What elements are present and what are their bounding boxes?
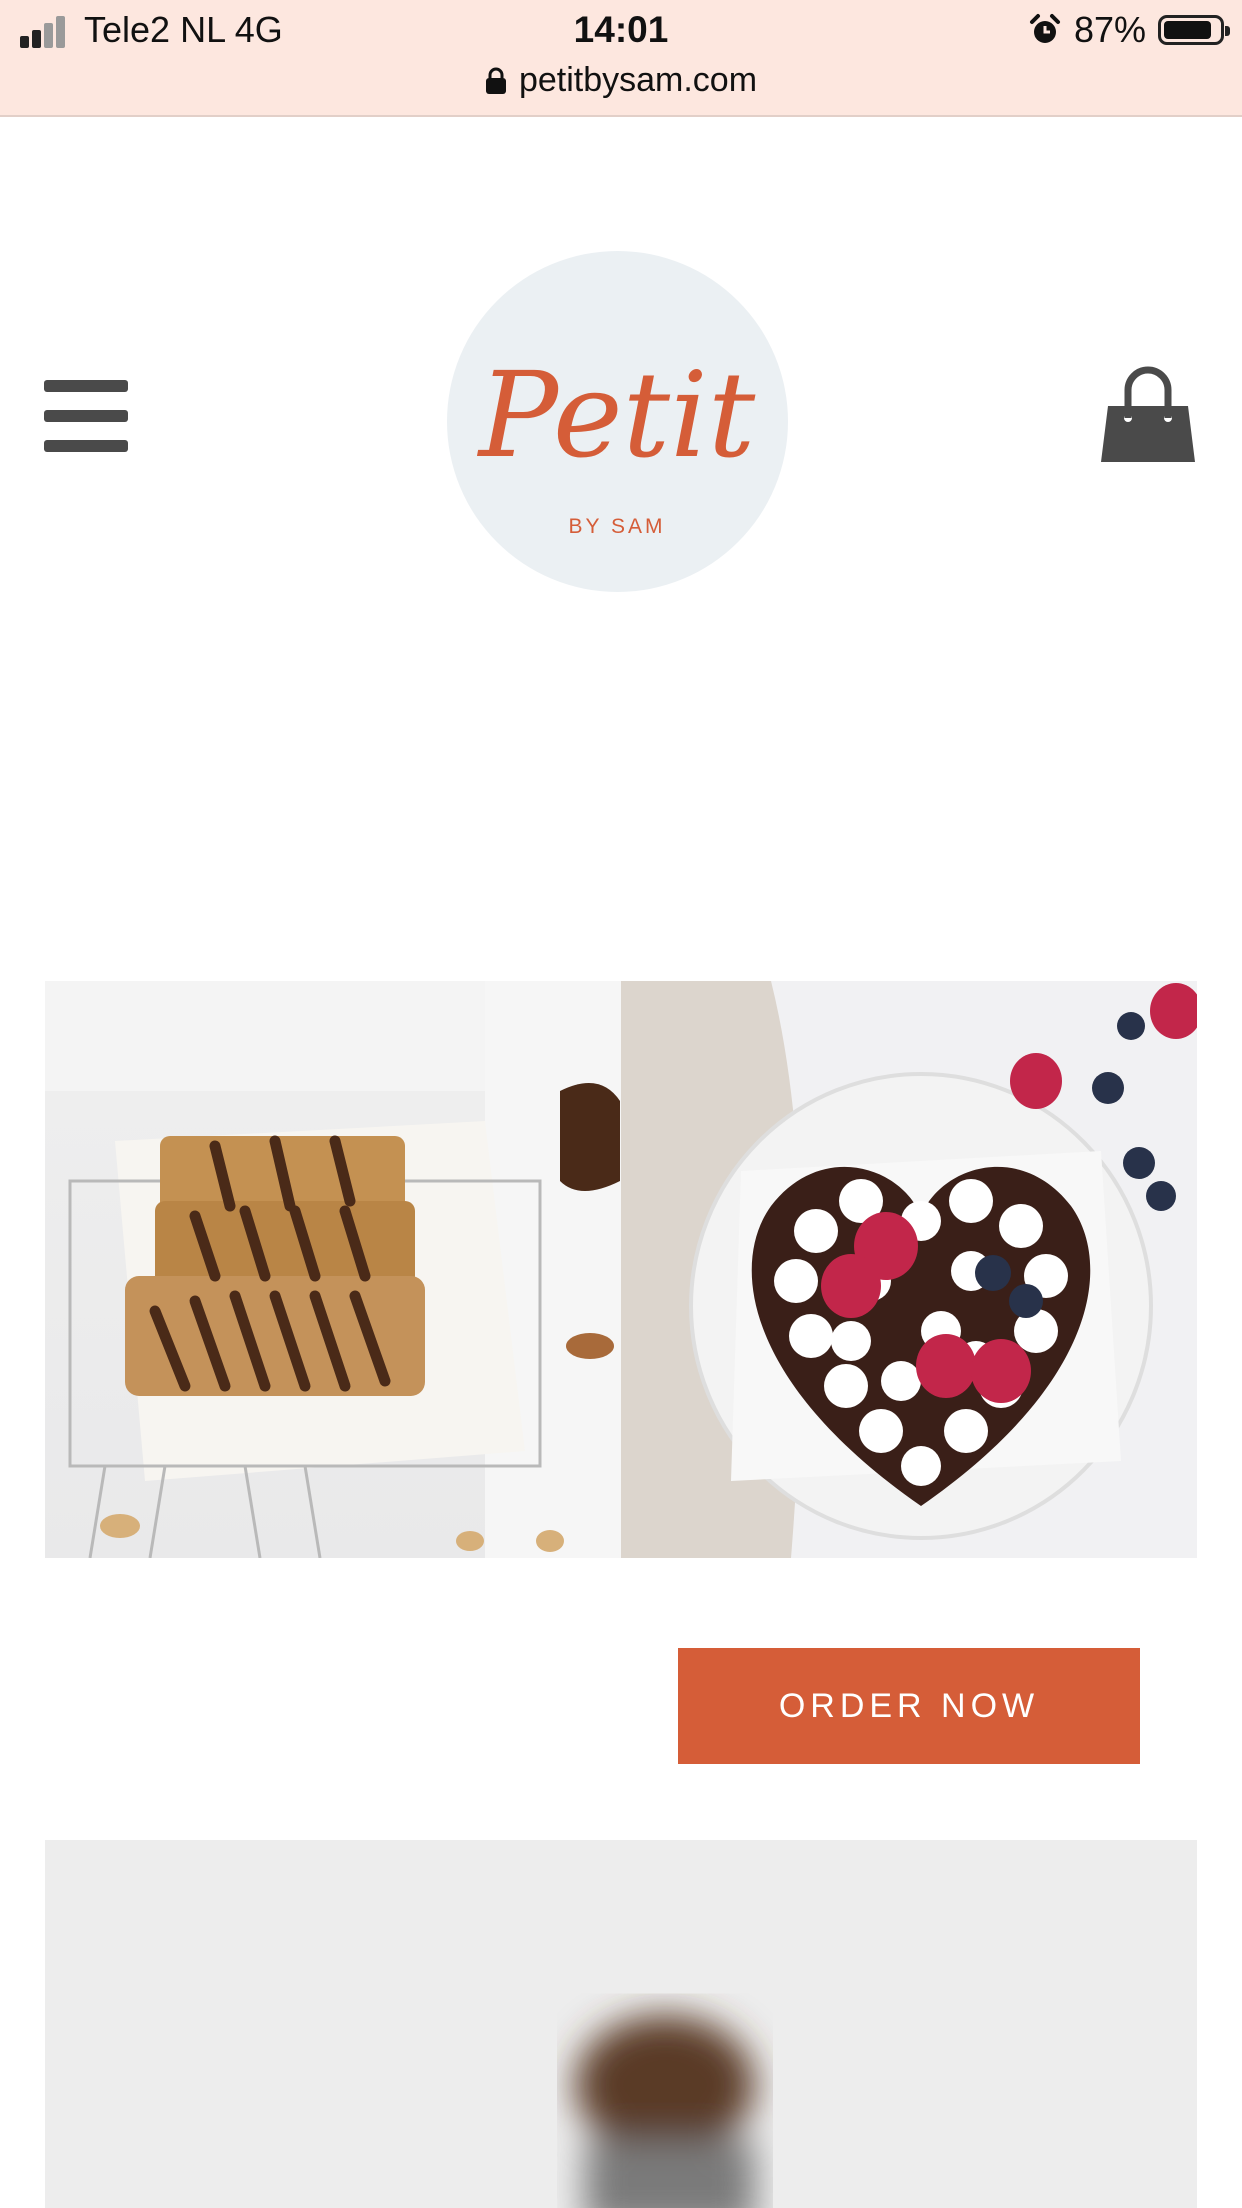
logo-subtitle: BY SAM bbox=[569, 515, 666, 538]
battery-percent: 87% bbox=[1073, 9, 1146, 50]
lock-icon bbox=[485, 67, 506, 94]
hero-bottom-image bbox=[45, 1840, 1197, 2208]
shopping-bag-icon[interactable] bbox=[1098, 366, 1198, 468]
status-bar: Tele2 NL 4G 14:01 87% petitbysam.com bbox=[0, 0, 1242, 117]
address-bar[interactable]: petitbysam.com bbox=[0, 58, 1242, 102]
battery-icon bbox=[1158, 15, 1230, 45]
battery-fill bbox=[1164, 21, 1211, 39]
logo-title: Petit bbox=[477, 346, 756, 484]
hamburger-icon[interactable] bbox=[44, 380, 128, 452]
url-text: petitbysam.com bbox=[518, 61, 758, 99]
alarm-icon bbox=[1029, 14, 1060, 43]
granola-bars-image bbox=[45, 981, 621, 1558]
heart-cake-image bbox=[621, 981, 1197, 1558]
status-right: 87% bbox=[1028, 8, 1230, 52]
site-logo[interactable]: Petit BY SAM bbox=[447, 251, 788, 592]
order-now-button[interactable]: ORDER NOW bbox=[678, 1648, 1140, 1764]
